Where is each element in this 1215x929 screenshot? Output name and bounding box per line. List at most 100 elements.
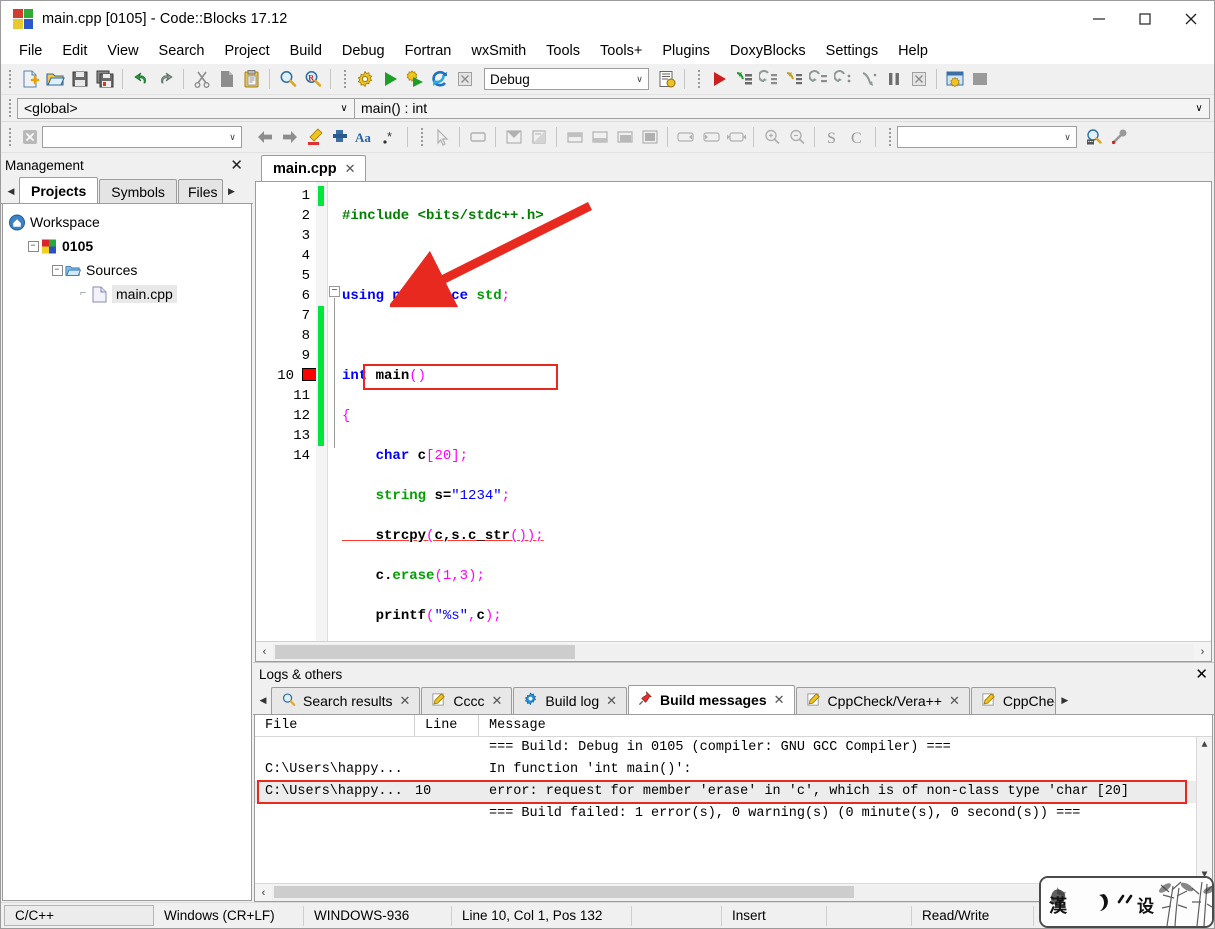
layout-full-icon[interactable] (637, 125, 662, 150)
code-editor[interactable]: 1 2 3 4 5 6 7 8 9 10 11 12 13 14 − #incl… (255, 181, 1212, 662)
menu-project[interactable]: Project (215, 40, 280, 62)
close-icon[interactable]: ✕ (774, 692, 785, 708)
copy-icon[interactable] (214, 67, 239, 92)
project-tree[interactable]: Workspace − 0105 − Sources ⌐ main.cpp (2, 204, 252, 901)
smith-s-icon[interactable]: S (820, 125, 845, 150)
redo-icon[interactable] (153, 67, 178, 92)
layout-top-icon[interactable] (562, 125, 587, 150)
step-over-instruction-icon[interactable] (856, 67, 881, 92)
menu-fortran[interactable]: Fortran (395, 40, 462, 62)
menu-file[interactable]: File (9, 40, 52, 62)
tree-row-file[interactable]: ⌐ main.cpp (9, 282, 251, 306)
undo-icon[interactable] (128, 67, 153, 92)
menu-edit[interactable]: Edit (52, 40, 97, 62)
scope-combo[interactable]: <global> ∨ (17, 97, 355, 119)
log-tab-scroll-right-icon[interactable]: ▶ (1057, 687, 1073, 714)
minimize-button[interactable] (1076, 1, 1122, 37)
scroll-right-icon[interactable]: › (1194, 646, 1211, 658)
tab-files[interactable]: Files (177, 179, 223, 203)
fold-toggle-icon[interactable]: − (329, 286, 340, 297)
menu-settings[interactable]: Settings (816, 40, 888, 62)
paste-icon[interactable] (239, 67, 264, 92)
run-icon[interactable] (377, 67, 402, 92)
collapse-toggle[interactable]: − (25, 240, 41, 252)
debugger-combo[interactable]: ∨ (897, 126, 1077, 148)
fold-column[interactable]: − (328, 182, 342, 641)
step-instruction-icon[interactable] (831, 67, 856, 92)
cut-icon[interactable] (189, 67, 214, 92)
close-icon[interactable]: ✕ (345, 161, 356, 177)
next-line-icon[interactable] (756, 67, 781, 92)
editor-horizontal-scrollbar[interactable]: ‹ › (256, 641, 1211, 661)
close-icon[interactable]: ✕ (606, 693, 617, 709)
scroll-thumb[interactable] (275, 644, 575, 659)
save-icon[interactable] (67, 67, 92, 92)
find-icon[interactable] (275, 67, 300, 92)
menu-build[interactable]: Build (280, 40, 332, 62)
menu-tools[interactable]: Tools (536, 40, 590, 62)
new-file-icon[interactable] (17, 67, 42, 92)
table-row[interactable]: === Build: Debug in 0105 (compiler: GNU … (255, 737, 1212, 759)
menu-search[interactable]: Search (149, 40, 215, 62)
editor-tab-main-cpp[interactable]: main.cpp ✕ (261, 155, 366, 181)
various-info-icon[interactable] (967, 67, 992, 92)
tree-row-sources[interactable]: − Sources (9, 258, 251, 282)
smith-c-icon[interactable]: C (845, 125, 870, 150)
toolbar-grip[interactable] (5, 68, 14, 90)
maximize-button[interactable] (1122, 1, 1168, 37)
scroll-thumb[interactable] (274, 885, 854, 898)
bookmark-icon[interactable] (327, 125, 352, 150)
tab-projects[interactable]: Projects (19, 177, 99, 203)
save-all-icon[interactable] (92, 67, 117, 92)
wxsmith-sizer-h-icon[interactable] (526, 125, 551, 150)
tab-scroll-left-icon[interactable]: ◀ (3, 179, 19, 203)
toolbar-grip[interactable] (340, 68, 349, 90)
debug-continue-icon[interactable] (706, 67, 731, 92)
toolbar-grip[interactable] (694, 68, 703, 90)
scroll-track[interactable] (273, 643, 1194, 660)
expand-icon[interactable] (723, 125, 748, 150)
build-and-run-icon[interactable] (402, 67, 427, 92)
scroll-up-icon[interactable]: ▲ (1201, 737, 1207, 753)
regex-icon[interactable]: * (377, 125, 402, 150)
table-row[interactable]: C:\Users\happy... In function 'int main(… (255, 759, 1212, 781)
clear-search-icon[interactable] (17, 125, 42, 150)
tab-scroll-right-icon[interactable]: ▶ (224, 179, 240, 203)
layout-split-icon[interactable] (612, 125, 637, 150)
stop-debugger-icon[interactable] (906, 67, 931, 92)
wxsmith-sizer-v-icon[interactable] (501, 125, 526, 150)
table-row[interactable]: === Build failed: 1 error(s), 0 warning(… (255, 803, 1212, 825)
close-icon[interactable]: ✕ (492, 693, 503, 709)
break-debugger-icon[interactable] (881, 67, 906, 92)
debugging-windows-icon[interactable] (942, 67, 967, 92)
goto-prev-icon[interactable] (252, 125, 277, 150)
menu-plugins[interactable]: Plugins (652, 40, 720, 62)
menu-help[interactable]: Help (888, 40, 938, 62)
menu-wxsmith[interactable]: wxSmith (461, 40, 536, 62)
layout-bottom-icon[interactable] (587, 125, 612, 150)
pointer-icon[interactable] (429, 125, 454, 150)
log-tab-build-messages[interactable]: Build messages ✕ (628, 685, 795, 714)
highlight-icon[interactable] (302, 125, 327, 150)
menu-doxyblocks[interactable]: DoxyBlocks (720, 40, 816, 62)
menu-view[interactable]: View (97, 40, 148, 62)
close-icon[interactable]: ✕ (226, 156, 247, 174)
menu-tools-plus[interactable]: Tools+ (590, 40, 652, 62)
close-icon[interactable]: ✕ (949, 693, 960, 709)
open-file-icon[interactable] (42, 67, 67, 92)
goto-next-icon[interactable] (277, 125, 302, 150)
log-tab-cccc[interactable]: Cccc ✕ (421, 687, 513, 714)
menu-debug[interactable]: Debug (332, 40, 395, 62)
zoom-out-icon[interactable] (784, 125, 809, 150)
zoom-in-icon[interactable] (759, 125, 784, 150)
table-row-error[interactable]: C:\Users\happy... 10 error: request for … (255, 781, 1212, 803)
build-icon[interactable] (352, 67, 377, 92)
column-header-line[interactable]: Line (415, 715, 479, 736)
align-right-icon[interactable] (673, 125, 698, 150)
select-target-icon[interactable] (654, 67, 679, 92)
log-tab-scroll-left-icon[interactable]: ◀ (255, 687, 271, 714)
scroll-left-icon[interactable]: ‹ (255, 887, 272, 899)
scroll-left-icon[interactable]: ‹ (256, 646, 273, 658)
toolbar-grip[interactable] (5, 126, 14, 148)
rebuild-icon[interactable] (427, 67, 452, 92)
